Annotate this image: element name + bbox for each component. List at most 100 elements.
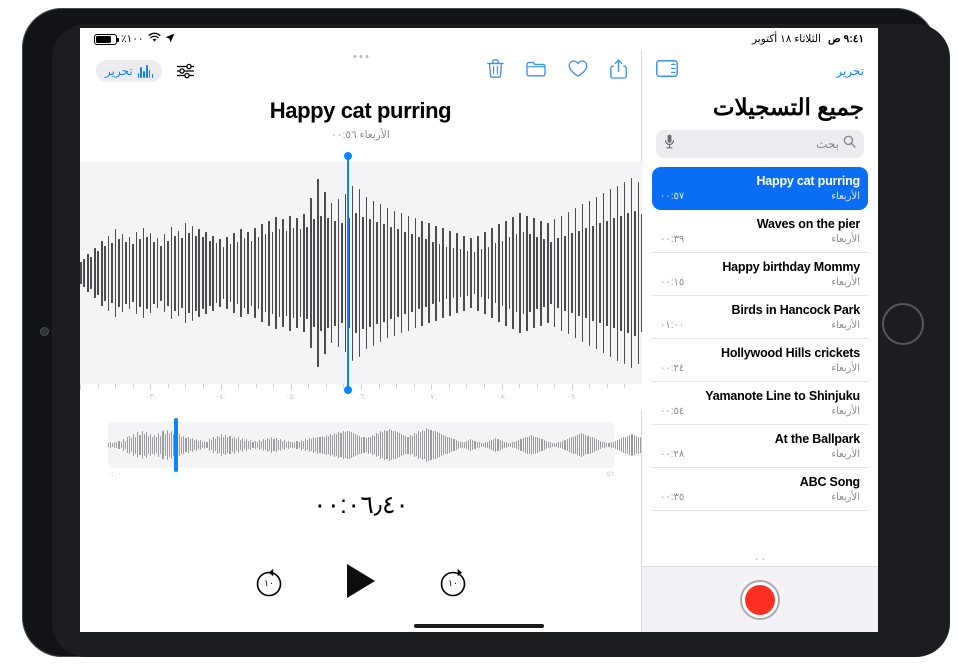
- waveform-detail-view[interactable]: [80, 152, 878, 394]
- list-item[interactable]: Happy cat purring الأربعاء ٠٠:٥٧: [652, 167, 868, 210]
- ruler-label: :٠٧: [426, 392, 437, 401]
- recording-day: الأربعاء: [831, 234, 860, 245]
- list-item[interactable]: Happy birthday Mommy الأربعاء ٠٠:١٥: [652, 253, 868, 296]
- recording-meta: الأربعاء ٠٠:١٥: [660, 277, 860, 288]
- recording-duration: ٠٠:٢٤: [660, 363, 685, 374]
- ruler-label: :٠٣: [145, 392, 156, 401]
- recording-duration: ٠٠:٣٩: [660, 234, 685, 245]
- recording-meta: الأربعاء ٠٠:٣٥: [660, 492, 860, 503]
- recording-duration: ٠٠:١٥: [660, 277, 685, 288]
- ruler-tick: [361, 384, 362, 390]
- ruler-tick: [255, 384, 257, 388]
- recordings-list: Happy cat purring الأربعاء ٠٠:٥٧ Waves on t…: [642, 167, 878, 511]
- ruler-label: :٠٥: [285, 392, 296, 401]
- recording-meta: الأربعاء ٠١:٠٠: [660, 320, 860, 331]
- ruler-tick: [606, 384, 608, 388]
- heart-icon[interactable]: [568, 59, 588, 83]
- ruler-tick: [80, 384, 81, 390]
- timeline-ruler: :٠٣:٠٤:٠٥:٠٦:٠٧:٠٨:٠٩: [80, 384, 643, 410]
- recording-day: الأربعاء: [831, 363, 860, 374]
- sidebar-toggle-icon[interactable]: [656, 60, 678, 82]
- overview-end-label: ٠:٥٦: [600, 471, 614, 478]
- list-separator: [652, 510, 868, 511]
- recording-duration: ٠٠:٥٤: [660, 406, 685, 417]
- record-button[interactable]: [740, 579, 780, 620]
- list-item[interactable]: Hollywood Hills crickets الأربعاء ٠٠:٢٤: [652, 339, 868, 382]
- waveform-overview[interactable]: ٠:٠٠ ٠:٥٦: [108, 418, 878, 478]
- ruler-tick: [238, 384, 240, 388]
- status-bar-left: ٪١٠٠: [94, 32, 175, 46]
- skip-forward-10-icon[interactable]: ١٠: [436, 567, 470, 601]
- play-button[interactable]: [344, 562, 378, 605]
- ruler-label: :٠٤: [215, 392, 226, 401]
- recording-meta: الأربعاء ٠٠:٣٩: [660, 234, 860, 245]
- home-button[interactable]: [882, 303, 924, 345]
- ruler-tick: [554, 384, 556, 388]
- recording-name: At the Ballpark: [774, 432, 860, 446]
- edit-recording-label: تحرير: [105, 64, 133, 78]
- folder-icon[interactable]: [526, 60, 546, 82]
- recording-name: Waves on the pier: [756, 217, 860, 231]
- ruler-tick: [167, 384, 169, 388]
- location-arrow-icon: [165, 33, 175, 46]
- recording-day: الأربعاء: [831, 320, 860, 331]
- recording-meta: الأربعاء ٠٠:٥٧: [660, 191, 860, 202]
- recording-subtitle: الأربعاء ٠٠:٥٦: [331, 129, 390, 141]
- status-bar-right: الثلاثاء ١٨ أكتوبر ٩:٤١ ص: [752, 33, 864, 45]
- front-camera-icon: [41, 328, 48, 335]
- ruler-tick: [185, 384, 187, 388]
- search-icon: [843, 135, 856, 153]
- playhead-overview[interactable]: [173, 418, 178, 472]
- battery-percent-label: ٪١٠٠: [121, 33, 144, 45]
- page-title: Happy cat purring: [269, 98, 452, 123]
- recording-duration: ٠٠:٢٨: [660, 449, 685, 460]
- share-icon[interactable]: [610, 59, 627, 84]
- ruler-tick: [571, 384, 573, 390]
- ruler-tick: [115, 384, 117, 388]
- battery-icon: [94, 33, 119, 45]
- ruler-tick: [273, 384, 275, 388]
- skip-back-10-label: ١٠: [264, 578, 274, 588]
- pane-grabber-handle[interactable]: [353, 55, 368, 58]
- recording-day: الأربعاء: [831, 449, 860, 460]
- skip-back-10-icon[interactable]: ١٠: [252, 567, 286, 601]
- ruler-tick: [624, 384, 626, 388]
- ruler-label: :٠٨: [496, 392, 507, 401]
- list-item[interactable]: ABC Song الأربعاء ٠٠:٣٥: [652, 468, 868, 511]
- microphone-icon[interactable]: [664, 134, 675, 154]
- home-indicator: [414, 624, 544, 628]
- recording-day: الأربعاء: [831, 406, 860, 417]
- wifi-icon: [148, 32, 161, 46]
- status-bar: ٪١٠٠ الثلاثاء ١٨ أكتوبر ٩:٤١ ص: [80, 28, 878, 50]
- skip-forward-10-label: ١٠: [448, 578, 458, 588]
- audio-sliders-icon[interactable]: [172, 58, 198, 84]
- sidebar-edit-button[interactable]: تحرير: [836, 64, 864, 78]
- ruler-tick: [483, 384, 485, 388]
- waveform-detail-bars: [80, 162, 878, 384]
- ruler-tick: [325, 384, 327, 388]
- waveform-icon: [137, 64, 154, 78]
- edit-recording-button[interactable]: تحرير: [96, 60, 163, 82]
- player-actions: [487, 50, 627, 92]
- player-pane: تحرير Happy cat purring الأربعاء ٠٠:٥٦:…: [80, 50, 878, 632]
- recording-duration: ٠٠:٣٥: [660, 492, 685, 503]
- recording-day: الأربعاء: [831, 191, 860, 202]
- ruler-tick: [290, 384, 292, 390]
- recording-name: Happy cat purring: [756, 174, 860, 188]
- list-item[interactable]: Yamanote Line to Shinjuku الأربعاء ٠٠:٥٤: [652, 382, 868, 425]
- trash-icon[interactable]: [487, 59, 504, 83]
- playhead-detail[interactable]: [343, 152, 352, 394]
- recording-name: Hollywood Hills crickets: [721, 346, 860, 360]
- player-toolbar: تحرير: [80, 50, 641, 92]
- ruler-tick: [413, 384, 415, 388]
- ruler-tick: [448, 384, 450, 388]
- ruler-tick: [132, 384, 134, 388]
- list-item[interactable]: Waves on the pier الأربعاء ٠٠:٣٩: [652, 210, 868, 253]
- current-time-display: ٠٠:٠٦٫٤٠: [313, 491, 409, 519]
- sidebar-toolbar: تحرير: [642, 50, 878, 92]
- list-item[interactable]: At the Ballpark الأربعاء ٠٠:٢٨: [652, 425, 868, 468]
- recording-day: الأربعاء: [831, 492, 860, 503]
- list-item[interactable]: Birds in Hancock Park الأربعاء ٠١:٠٠: [652, 296, 868, 339]
- search-field[interactable]: بحث: [656, 130, 864, 158]
- ruler-tick: [589, 384, 591, 388]
